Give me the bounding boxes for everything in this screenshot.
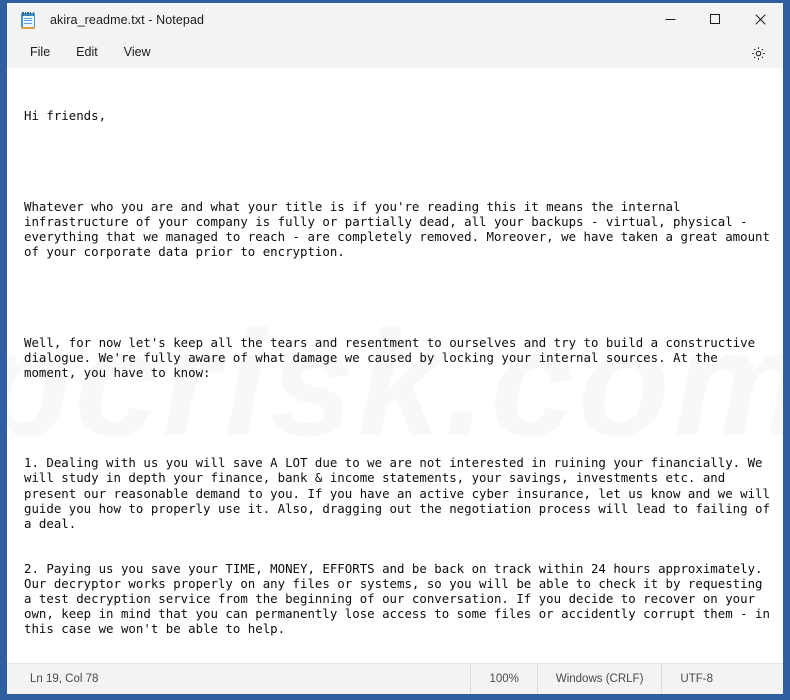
close-icon[interactable] xyxy=(738,3,783,36)
window-title: akira_readme.txt - Notepad xyxy=(50,12,205,27)
text-line: Whatever who you are and what your title… xyxy=(24,198,778,260)
notepad-icon xyxy=(20,11,37,29)
text-line: Hi friends, xyxy=(24,108,107,124)
menu-bar: File Edit View xyxy=(7,36,783,68)
title-bar[interactable]: akira_readme.txt - Notepad xyxy=(7,3,783,36)
status-bar: Ln 19, Col 78 100% Windows (CRLF) UTF-8 xyxy=(7,663,783,694)
window-controls xyxy=(648,3,783,36)
status-line-ending[interactable]: Windows (CRLF) xyxy=(536,664,662,694)
document-text[interactable]: Hi friends, Whatever who you are and wha… xyxy=(7,68,783,663)
status-zoom-level[interactable]: 100% xyxy=(470,664,536,694)
notepad-window: akira_readme.txt - Notepad File Edit Vie… xyxy=(7,3,783,694)
text-line xyxy=(24,410,773,425)
maximize-icon[interactable] xyxy=(693,3,738,36)
menu-item-edit[interactable]: Edit xyxy=(63,41,111,63)
screenshot-frame: akira_readme.txt - Notepad File Edit Vie… xyxy=(0,0,790,700)
gear-icon[interactable] xyxy=(745,40,771,66)
title-bar-left: akira_readme.txt - Notepad xyxy=(7,11,204,29)
text-line: 2. Paying us you save your TIME, MONEY, … xyxy=(24,561,778,637)
menu-item-file[interactable]: File xyxy=(17,41,63,63)
text-line: Well, for now let's keep all the tears a… xyxy=(24,334,763,380)
minimize-icon[interactable] xyxy=(648,3,693,36)
menu-item-view[interactable]: View xyxy=(111,41,164,63)
editor-area[interactable]: pcrisk.com Hi friends, Whatever who you … xyxy=(7,68,783,663)
text-line: 1. Dealing with us you will save A LOT d… xyxy=(24,455,778,531)
status-cursor-position[interactable]: Ln 19, Col 78 xyxy=(7,664,98,694)
text-line xyxy=(24,289,773,304)
text-line xyxy=(24,153,773,168)
status-encoding[interactable]: UTF-8 xyxy=(661,664,783,694)
